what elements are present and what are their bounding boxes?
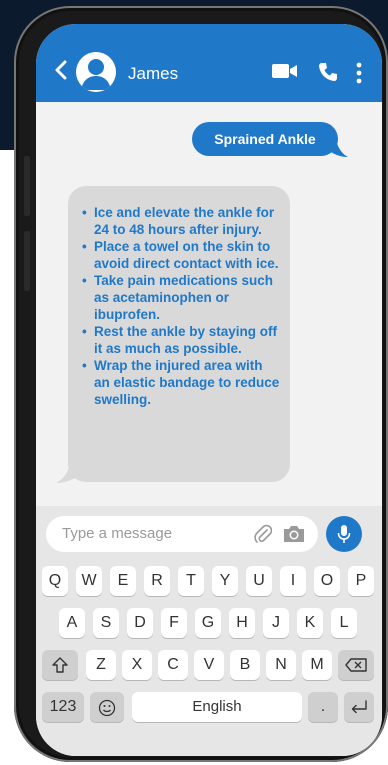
avatar[interactable] (76, 52, 116, 92)
numbers-key[interactable]: 123 (42, 692, 84, 722)
list-item: Wrap the injured area with an elastic ba… (82, 357, 282, 408)
key-k[interactable]: K (297, 608, 323, 638)
shift-icon (52, 657, 68, 673)
key-h[interactable]: H (229, 608, 255, 638)
chat-area: Sprained Ankle Ice and elevate the ankle… (36, 102, 382, 506)
key-n[interactable]: N (266, 650, 296, 680)
back-arrow-icon[interactable] (54, 60, 68, 80)
key-f[interactable]: F (161, 608, 187, 638)
key-q[interactable]: Q (42, 566, 68, 596)
key-j[interactable]: J (263, 608, 289, 638)
emoji-icon (98, 699, 116, 717)
space-bar[interactable]: English (132, 692, 302, 722)
video-call-icon[interactable] (272, 62, 298, 80)
message-placeholder: Type a message (62, 525, 173, 542)
key-o[interactable]: O (314, 566, 340, 596)
contact-name: James (128, 64, 179, 83)
key-z[interactable]: Z (86, 650, 116, 680)
key-e[interactable]: E (110, 566, 136, 596)
list-item: Rest the ankle by staying off it as much… (82, 323, 282, 357)
key-t[interactable]: T (178, 566, 204, 596)
phone-screen: James Sprained Ankle • Ice and elevate t… (36, 24, 382, 756)
phone-call-icon[interactable] (318, 62, 338, 82)
received-message-bubble: Ice and elevate the ankle for 24 to 48 h… (68, 186, 290, 482)
key-a[interactable]: A (59, 608, 85, 638)
keyboard-area: Type a message Q W E R T Y U I O P A S D… (36, 506, 382, 756)
period-key[interactable]: . (308, 692, 338, 722)
shift-key[interactable] (42, 650, 78, 680)
key-x[interactable]: X (122, 650, 152, 680)
key-c[interactable]: C (158, 650, 188, 680)
key-b[interactable]: B (230, 650, 260, 680)
key-r[interactable]: R (144, 566, 170, 596)
more-options-icon[interactable] (356, 62, 362, 84)
key-w[interactable]: W (76, 566, 102, 596)
key-y[interactable]: Y (212, 566, 238, 596)
key-p[interactable]: P (348, 566, 374, 596)
backspace-icon (345, 658, 367, 672)
message-input[interactable]: Type a message (46, 516, 318, 552)
key-i[interactable]: I (280, 566, 306, 596)
key-s[interactable]: S (93, 608, 119, 638)
user-avatar-icon (81, 59, 111, 90)
side-button (24, 156, 30, 216)
microphone-icon (337, 525, 351, 543)
phone-frame: James Sprained Ankle • Ice and elevate t… (14, 6, 388, 762)
key-u[interactable]: U (246, 566, 272, 596)
key-v[interactable]: V (194, 650, 224, 680)
attachment-icon[interactable] (254, 524, 272, 544)
enter-icon (351, 700, 367, 714)
key-l[interactable]: L (331, 608, 357, 638)
backspace-key[interactable] (338, 650, 374, 680)
emoji-key[interactable] (90, 692, 124, 722)
voice-input-button[interactable] (326, 516, 362, 552)
key-d[interactable]: D (127, 608, 153, 638)
key-g[interactable]: G (195, 608, 221, 638)
list-item: Take pain medications such as acetaminop… (82, 272, 282, 323)
camera-icon[interactable] (282, 525, 306, 543)
chat-header: James (36, 24, 382, 102)
list-item: Ice and elevate the ankle for 24 to 48 h… (82, 204, 282, 238)
sent-message-bubble: Sprained Ankle (192, 122, 338, 156)
enter-key[interactable] (344, 692, 374, 722)
list-item: Place a towel on the skin to avoid direc… (82, 238, 282, 272)
side-button (24, 231, 30, 291)
key-m[interactable]: M (302, 650, 332, 680)
